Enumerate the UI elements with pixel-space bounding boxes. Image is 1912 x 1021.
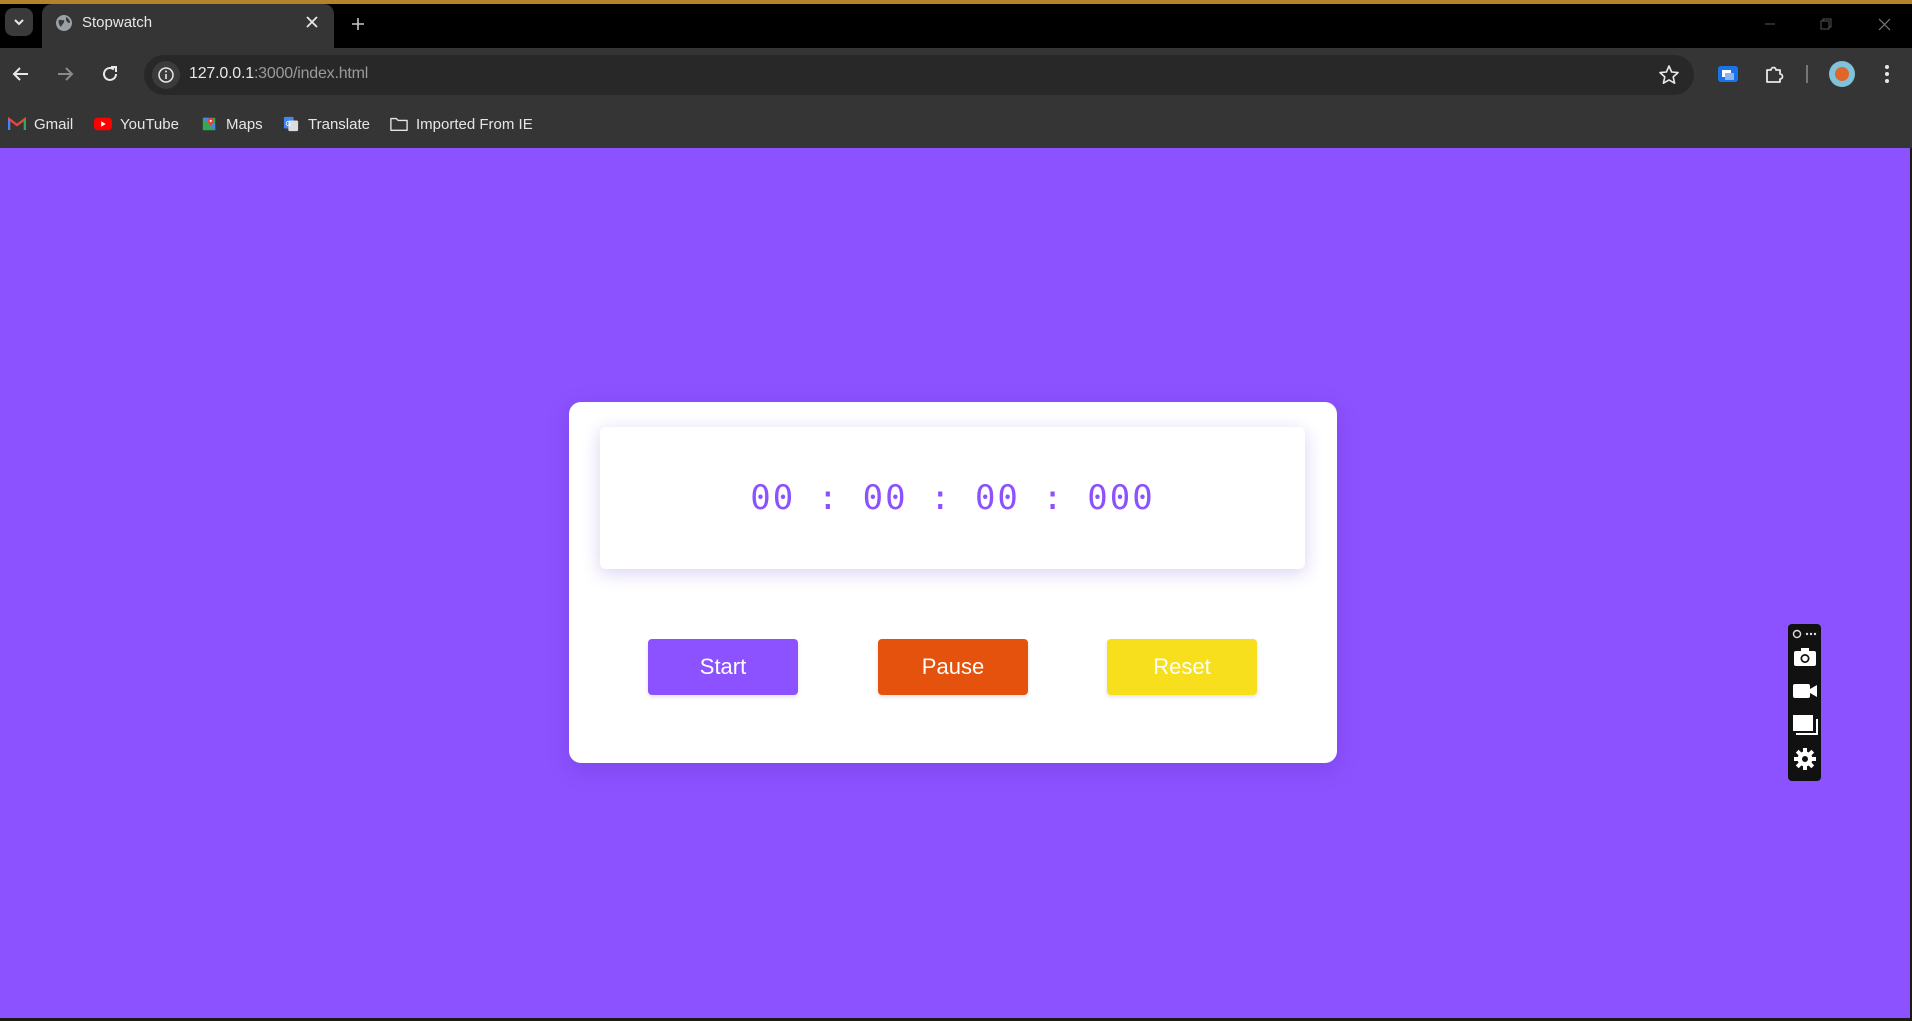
camera-icon <box>1794 648 1816 666</box>
page-viewport: 00 : 00 : 00 : 000 Start Pause Reset <box>0 148 1910 1018</box>
maps-icon <box>202 117 216 131</box>
more-vertical-icon <box>1885 65 1889 83</box>
url-path: :3000/index.html <box>253 65 369 82</box>
info-icon <box>158 67 174 83</box>
plus-icon <box>352 18 364 30</box>
start-button[interactable]: Start <box>648 639 798 695</box>
toolbar-separator <box>1806 65 1808 83</box>
bookmark-translate[interactable]: G Translate <box>282 114 370 134</box>
time-readout: 00 : 00 : 00 : 000 <box>750 478 1155 518</box>
bookmarks-bar: Gmail YouTube Maps G Translate Imported … <box>0 100 1912 148</box>
extension-cast-button[interactable] <box>1715 61 1741 87</box>
bookmark-label: Translate <box>308 115 370 133</box>
stopwatch-card: 00 : 00 : 00 : 000 Start Pause Reset <box>569 402 1337 763</box>
tab-title: Stopwatch <box>82 14 153 31</box>
forward-button[interactable] <box>51 60 79 88</box>
browser-toolbar: 127.0.0.1:3000/index.html <box>0 48 1912 100</box>
bookmark-maps[interactable]: Maps <box>200 114 263 134</box>
extensions-button[interactable] <box>1761 61 1787 87</box>
bookmark-folder-imported[interactable]: Imported From IE <box>390 114 533 134</box>
close-icon <box>1878 18 1890 30</box>
record-button[interactable] <box>1792 678 1818 704</box>
video-icon <box>1793 684 1817 698</box>
tab-bar: Stopwatch <box>0 4 1912 48</box>
capture-widget <box>1788 624 1821 781</box>
widget-header <box>1792 628 1817 640</box>
restore-button[interactable] <box>1806 12 1846 36</box>
minimize-icon <box>1765 23 1775 25</box>
time-display: 00 : 00 : 00 : 000 <box>600 427 1305 569</box>
svg-text:G: G <box>286 120 292 128</box>
arrow-right-icon <box>58 67 74 81</box>
url-host: 127.0.0.1 <box>189 65 254 82</box>
bookmark-label: Gmail <box>34 115 74 133</box>
widget-settings-button[interactable] <box>1792 746 1818 772</box>
browser-menu-button[interactable] <box>1874 61 1900 87</box>
new-tab-button[interactable] <box>346 12 370 36</box>
bookmark-label: Maps <box>226 115 263 133</box>
bookmark-star-icon[interactable] <box>1658 64 1680 86</box>
gear-icon <box>1794 748 1816 770</box>
url-text: 127.0.0.1:3000/index.html <box>189 65 368 83</box>
puzzle-icon <box>1766 66 1784 83</box>
chevron-down-icon <box>14 19 24 26</box>
reload-icon <box>103 66 117 81</box>
pause-button[interactable]: Pause <box>878 639 1028 695</box>
window-capture-button[interactable] <box>1792 712 1818 738</box>
screen-share-icon <box>1718 66 1738 82</box>
folder-icon <box>390 117 408 131</box>
more-horizontal-icon[interactable] <box>1805 632 1817 636</box>
tab-stopwatch[interactable]: Stopwatch <box>42 4 334 48</box>
globe-icon <box>56 15 72 31</box>
reload-button[interactable] <box>96 60 124 88</box>
close-window-button[interactable] <box>1864 12 1904 36</box>
tab-close-button[interactable] <box>302 12 322 32</box>
bookmark-youtube[interactable]: YouTube <box>94 114 179 134</box>
bookmark-gmail[interactable]: Gmail <box>8 114 73 134</box>
close-icon <box>306 16 318 28</box>
minimize-button[interactable] <box>1750 12 1790 36</box>
arrow-left-icon <box>12 67 28 81</box>
window-icon <box>1793 715 1818 735</box>
back-button[interactable] <box>7 60 35 88</box>
bookmark-label: YouTube <box>120 115 179 133</box>
gmail-icon <box>8 116 26 130</box>
address-bar[interactable]: 127.0.0.1:3000/index.html <box>144 55 1694 95</box>
avatar-image <box>1835 67 1849 81</box>
youtube-icon <box>94 117 112 131</box>
reset-button[interactable]: Reset <box>1107 639 1257 695</box>
screenshot-button[interactable] <box>1792 644 1818 670</box>
restore-icon <box>1820 18 1832 30</box>
site-info-button[interactable] <box>152 61 180 89</box>
translate-icon: G <box>283 116 299 132</box>
profile-avatar[interactable] <box>1829 61 1855 87</box>
pin-icon[interactable] <box>1792 629 1802 639</box>
bookmark-label: Imported From IE <box>416 115 533 133</box>
tab-search-button[interactable] <box>5 8 33 36</box>
